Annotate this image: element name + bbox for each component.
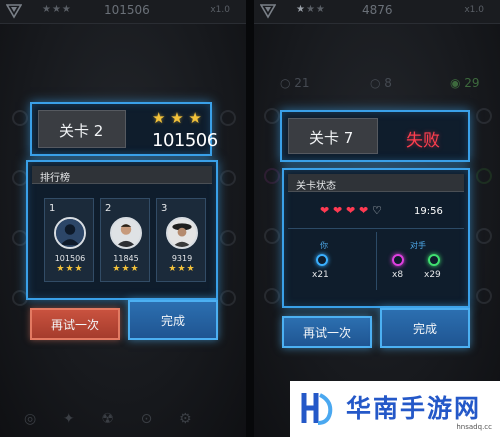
leaderboard-entry[interactable]: 2 11845 ★★★ — [100, 198, 150, 282]
magenta-orb-icon — [392, 254, 404, 266]
divider-line — [376, 232, 377, 290]
level-result-panel: 关卡 2 ★ ★ ★ 101506 — [30, 102, 218, 156]
leaderboard-stars: ★★★ — [112, 264, 140, 274]
top-bar: ★★★ 101506 x1.0 — [0, 0, 246, 24]
leaderboard-rank: 2 — [105, 203, 112, 214]
triangle-logo-icon — [260, 4, 276, 19]
leaderboard-entry[interactable]: 1 101506 ★★★ — [44, 198, 94, 282]
empty-heart-icon: ♡ — [372, 204, 382, 217]
level-status-header: 关卡状态 — [288, 174, 464, 192]
lives-hearts: ❤ ❤ ❤ ❤ ♡ — [320, 204, 400, 218]
top-score: 101506 — [104, 3, 150, 17]
user-photo-icon — [168, 219, 196, 247]
result-stars: ★ ★ ★ — [152, 109, 202, 127]
level-result-panel: 关卡 7 失败 — [280, 110, 470, 162]
leaderboard-rank: 3 — [161, 203, 168, 214]
bottom-toolbar: ◎ ✦ ☢ ⊙ ⚙ — [24, 411, 192, 427]
leaderboard-score: 11845 — [113, 254, 139, 263]
leaderboard-rank: 1 — [49, 203, 56, 214]
heart-icon: ❤ — [359, 204, 369, 217]
opponent-label: 对手 — [410, 241, 426, 250]
top-stars: ★★★ — [42, 4, 72, 15]
heart-icon: ❤ — [346, 204, 356, 217]
right-screen: ★★★ 4876 x1.0 ○ 21 ○ 8 ◉ 29 关卡 7 失败 关卡状态… — [254, 0, 500, 437]
avatar — [166, 217, 198, 249]
level-status-title: 关卡状态 — [296, 181, 336, 192]
time-remaining: 19:56 — [414, 206, 443, 217]
triangle-logo-icon — [6, 4, 22, 19]
result-score: 101506 — [152, 130, 218, 151]
top-multiplier: x1.0 — [464, 5, 484, 15]
leaderboard-score: 9319 — [171, 254, 193, 263]
retry-button[interactable]: 再试一次 — [282, 316, 372, 348]
divider-line — [288, 228, 464, 229]
fail-status: 失败 — [406, 131, 440, 151]
opponent-count-green: x29 — [424, 270, 441, 280]
avatar — [110, 217, 142, 249]
level-title-box: 关卡 7 — [288, 118, 378, 154]
top-bar: ★★★ 4876 x1.0 — [254, 0, 500, 24]
done-button[interactable]: 完成 — [380, 308, 470, 348]
level-status-panel: 关卡状态 ❤ ❤ ❤ ❤ ♡ 19:56 你 x21 对手 x8 x29 — [282, 168, 470, 308]
leaderboard-score: 101506 — [54, 254, 86, 263]
level-title: 关卡 2 — [59, 122, 104, 140]
screen-divider — [246, 0, 254, 437]
left-screen: ★★★ 101506 x1.0 关卡 2 ★ ★ ★ 101506 排行榜 1 — [0, 0, 246, 437]
watermark-logo-icon — [301, 393, 333, 425]
retry-button[interactable]: 再试一次 — [30, 308, 120, 340]
level-title-box: 关卡 2 — [38, 110, 126, 148]
top-multiplier: x1.0 — [210, 5, 230, 15]
leaderboard-panel: 排行榜 1 101506 ★★★ 2 11845 ★★★ 3 9319 ★★★ — [26, 160, 218, 300]
default-user-icon — [56, 219, 84, 247]
heart-icon: ❤ — [320, 204, 330, 217]
heart-icon: ❤ — [333, 204, 343, 217]
you-label: 你 — [320, 241, 328, 250]
watermark-url: hnsadq.cc — [456, 423, 492, 431]
level-title: 关卡 7 — [309, 129, 354, 147]
leaderboard-entry[interactable]: 3 9319 ★★★ — [156, 198, 206, 282]
avatar — [54, 217, 86, 249]
user-photo-icon — [112, 219, 140, 247]
blue-orb-icon — [316, 254, 328, 266]
you-count: x21 — [312, 270, 329, 280]
top-stars: ★★★ — [296, 4, 326, 15]
watermark: 华南手游网 hnsadq.cc — [290, 381, 500, 437]
opponent-count-magenta: x8 — [392, 270, 404, 280]
leaderboard-title: 排行榜 — [40, 173, 70, 184]
leaderboard-stars: ★★★ — [168, 264, 196, 274]
top-score: 4876 — [362, 3, 393, 17]
leaderboard-header: 排行榜 — [32, 166, 212, 184]
watermark-text: 华南手游网 — [346, 394, 482, 423]
green-orb-icon — [428, 254, 440, 266]
leaderboard-stars: ★★★ — [56, 264, 84, 274]
done-button[interactable]: 完成 — [128, 300, 218, 340]
